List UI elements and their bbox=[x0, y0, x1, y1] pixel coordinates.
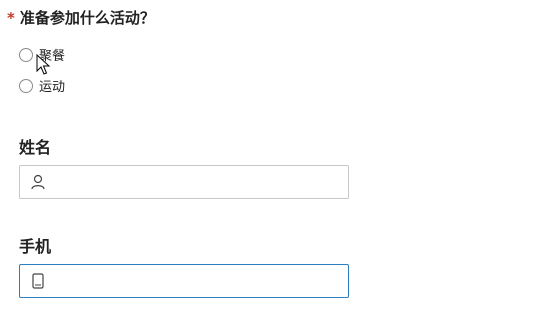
phone-field[interactable] bbox=[19, 264, 349, 298]
phone-input[interactable] bbox=[54, 264, 348, 298]
name-input[interactable] bbox=[54, 165, 348, 199]
activity-question: * 准备参加什么活动？ bbox=[7, 7, 155, 28]
radio-label: 运动 bbox=[39, 80, 66, 95]
mouse-pointer-icon bbox=[36, 54, 51, 75]
radio-button[interactable] bbox=[19, 78, 33, 93]
required-mark: * bbox=[7, 9, 15, 27]
phone-label: 手机 bbox=[19, 237, 52, 256]
radio-button[interactable] bbox=[19, 47, 33, 62]
phone-icon bbox=[30, 273, 46, 289]
question-text: 准备参加什么活动？ bbox=[19, 9, 155, 27]
radio-option-sports[interactable]: 运动 bbox=[19, 76, 65, 95]
name-label: 姓名 bbox=[19, 138, 52, 157]
name-field[interactable] bbox=[19, 165, 349, 199]
person-icon bbox=[30, 174, 46, 190]
